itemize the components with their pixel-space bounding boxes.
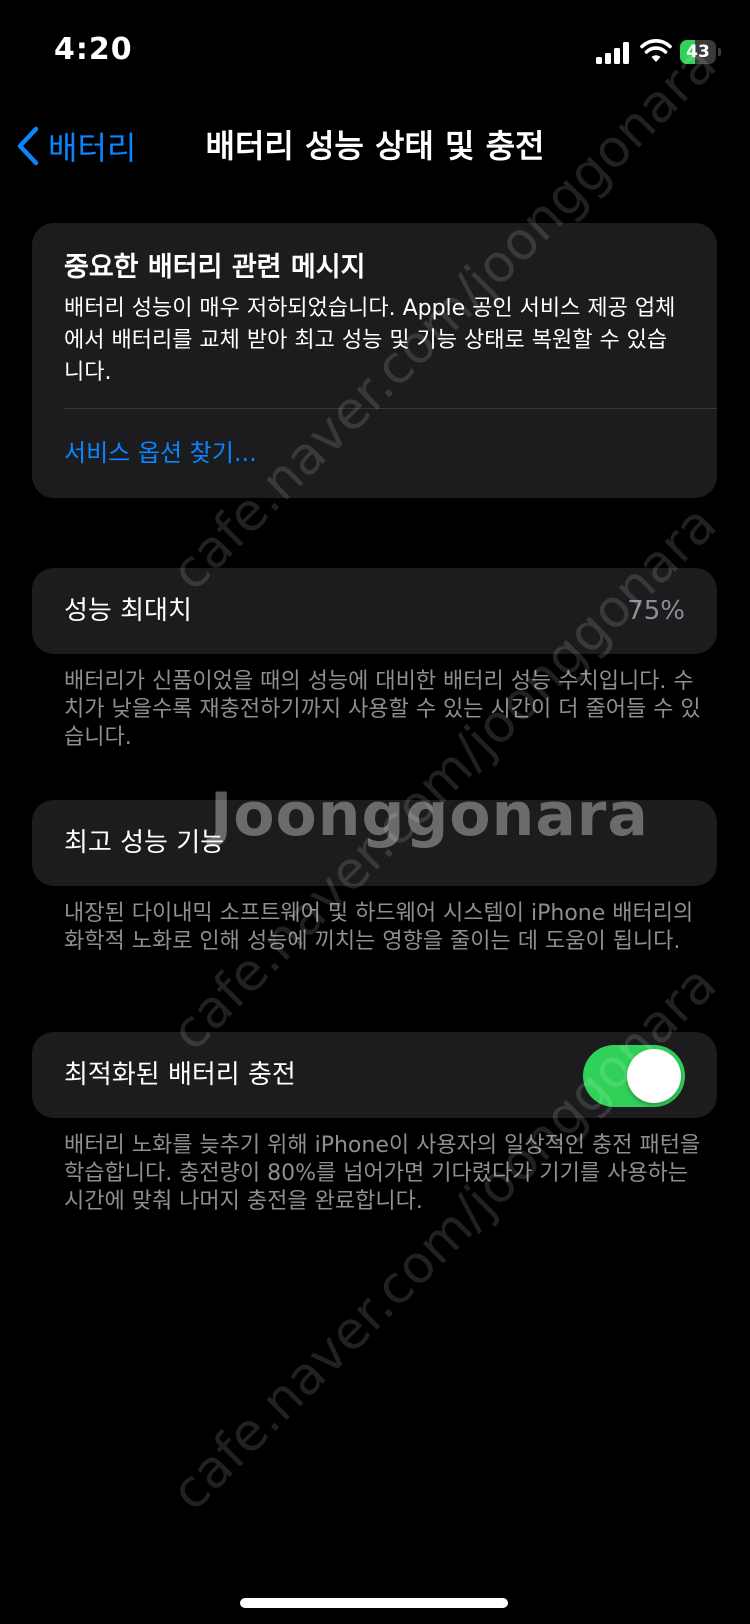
max-capacity-footer: 배터리가 신품이었을 때의 성능에 대비한 배터리 성능 수치입니다. 수치가 … — [64, 669, 701, 750]
status-bar: 4:20 43 — [0, 0, 750, 100]
home-indicator[interactable] — [240, 1598, 508, 1608]
page-title: 배터리 성능 상태 및 충전 — [205, 127, 545, 165]
max-capacity-label: 성능 최대치 — [64, 596, 192, 626]
status-time: 4:20 — [54, 32, 133, 67]
battery-nub — [718, 48, 721, 56]
back-label: 배터리 — [48, 129, 137, 167]
battery-charging-icon: 43 — [680, 40, 722, 64]
wifi-icon — [640, 39, 672, 62]
peak-performance-footer: 내장된 다이내믹 소프트웨어 및 하드웨어 시스템이 iPhone 배터리의 화… — [64, 901, 694, 954]
toggle-knob — [627, 1049, 681, 1103]
chevron-left-icon — [17, 126, 39, 166]
optimized-charging-row: 최적화된 배터리 충전 — [32, 1032, 717, 1118]
battery-body: 43 — [680, 40, 716, 64]
divider — [64, 408, 717, 409]
max-capacity-row: 성능 최대치 75% — [32, 568, 717, 654]
peak-performance-label: 최고 성능 기능 — [64, 828, 225, 858]
optimized-charging-label: 최적화된 배터리 충전 — [64, 1060, 296, 1090]
battery-message-card: 중요한 배터리 관련 메시지 배터리 성능이 매우 저하되었습니다. Apple… — [32, 223, 717, 498]
cellular-signal-icon — [596, 42, 629, 64]
service-options-link[interactable]: 서비스 옵션 찾기... — [64, 433, 257, 468]
optimized-charging-toggle[interactable] — [583, 1045, 685, 1107]
peak-performance-row: 최고 성능 기능 — [32, 800, 717, 886]
optimized-charging-footer: 배터리 노화를 늦추기 위해 iPhone이 사용자의 일상적인 충전 패턴을 … — [64, 1133, 701, 1214]
message-title: 중요한 배터리 관련 메시지 — [64, 252, 366, 283]
back-button[interactable]: 배터리 — [16, 120, 136, 172]
message-body: 배터리 성능이 매우 저하되었습니다. Apple 공인 서비스 제공 업체에서… — [64, 296, 676, 385]
nav-bar: 배터리 배터리 성능 상태 및 충전 — [0, 110, 750, 180]
max-capacity-value: 75% — [627, 596, 685, 626]
battery-level: 43 — [686, 42, 710, 62]
